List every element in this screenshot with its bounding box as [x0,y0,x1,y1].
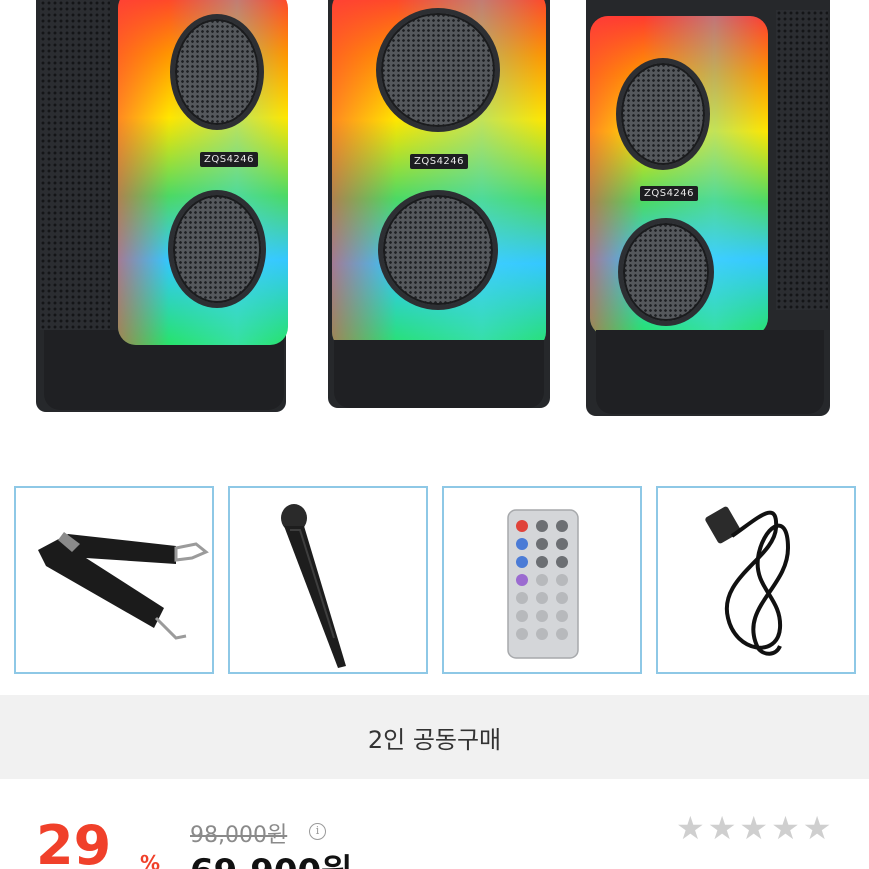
shoulder-strap-icon [38,532,209,640]
star-icon: ★ [739,809,769,847]
speaker-center: ZQS4246 [328,0,550,410]
product-image[interactable]: ZQS4246 ZQS4246 ZQS4246 [0,0,869,470]
accessory-tile-microphone[interactable] [228,486,428,674]
star-icon: ★ [802,809,832,847]
sale-price: 69,900원 [190,855,352,869]
accessory-tile-strap[interactable] [14,486,214,674]
discount-rate: 29 [36,814,112,869]
speaker-right: ZQS4246 [586,0,834,416]
usb-cable-icon [705,506,791,656]
star-icon: ★ [771,809,800,847]
microphone-icon [281,504,346,668]
discount-unit: % [140,851,161,869]
group-buy-label: 2인 공동구매 [367,725,502,754]
accessory-tile-cable[interactable] [656,486,856,674]
original-price: 98,000원 [190,823,288,848]
accessory-tile-remote[interactable] [442,486,642,674]
accessory-gallery [0,486,869,676]
price-section: 29 % 98,000원 i 69,900원 ★★★★★ [0,779,869,869]
speaker-left: ZQS4246 [36,0,296,412]
star-icon: ★ [676,809,705,847]
remote-control-icon [507,509,579,659]
star-icon: ★ [707,809,737,847]
group-buy-button[interactable]: 2인 공동구매 [0,695,869,779]
model-label: ZQS4246 [640,186,699,201]
rating-stars[interactable]: ★ ★ ★ ★ ★ [676,812,831,844]
model-label: ZQS4246 [200,152,259,167]
info-icon[interactable]: i [309,823,326,840]
model-label: ZQS4246 [410,154,469,169]
